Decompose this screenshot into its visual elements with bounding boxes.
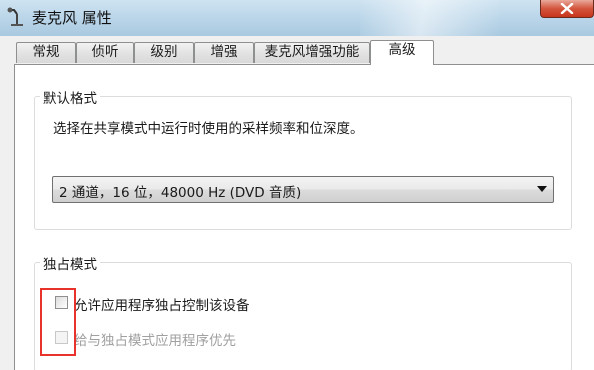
close-icon <box>560 3 574 14</box>
default-format-title: 默认格式 <box>40 87 100 107</box>
default-format-value: 2 通道，16 位，48000 Hz (DVD 音质) <box>59 185 302 201</box>
default-format-select[interactable]: 2 通道，16 位，48000 Hz (DVD 音质) <box>52 176 554 203</box>
exclusive-priority-label: 给与独占模式应用程序优先 <box>74 333 236 349</box>
tab-levels[interactable]: 级别 <box>134 42 194 63</box>
red-highlight-box <box>40 288 76 356</box>
tab-mic-enhancements[interactable]: 麦克风增强功能 <box>254 42 370 63</box>
allow-exclusive-label[interactable]: 允许应用程序独占控制该设备 <box>74 294 250 314</box>
exclusive-mode-group <box>34 262 572 370</box>
window-title: 麦克风 属性 <box>32 9 112 27</box>
title-bar-sheen <box>360 0 500 36</box>
title-bar[interactable]: 麦克风 属性 <box>0 0 594 36</box>
close-button[interactable] <box>540 0 594 18</box>
exclusive-mode-title: 独占模式 <box>40 253 100 273</box>
tab-listen[interactable]: 侦听 <box>76 42 134 63</box>
tab-advanced[interactable]: 高级 <box>370 40 434 65</box>
default-format-description: 选择在共享模式中运行时使用的采样频率和位深度。 <box>53 121 364 137</box>
tab-enhancements[interactable]: 增强 <box>194 42 254 63</box>
microphone-icon <box>6 6 26 28</box>
chevron-down-icon[interactable] <box>537 186 547 192</box>
tab-general[interactable]: 常规 <box>16 42 76 63</box>
